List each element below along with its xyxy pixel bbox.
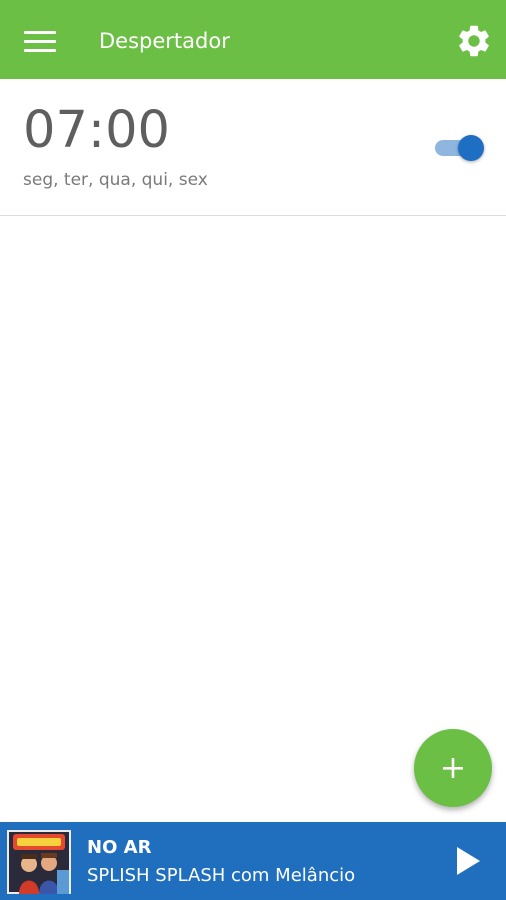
alarm-days: seg, ter, qua, qui, sex: [23, 170, 208, 190]
alarm-app: Despertador 07:00 seg, ter, qua, qui, se…: [0, 0, 506, 900]
page-title: Despertador: [99, 29, 230, 53]
plus-icon: [443, 758, 463, 778]
play-icon[interactable]: [450, 843, 486, 879]
alarm-list-item[interactable]: 07:00 seg, ter, qua, qui, sex: [0, 79, 506, 216]
player-status: NO AR: [87, 837, 152, 858]
player-track-title: SPLISH SPLASH com Melâncio: [87, 865, 356, 886]
add-alarm-button[interactable]: [414, 729, 492, 807]
toggle-thumb: [458, 135, 484, 161]
radio-player-bar[interactable]: NO AR SPLISH SPLASH com Melâncio: [0, 822, 506, 900]
album-cover-image: [7, 830, 71, 894]
alarm-enabled-toggle[interactable]: [433, 135, 485, 161]
hamburger-menu-icon[interactable]: [17, 25, 57, 57]
alarm-time: 07:00: [23, 101, 170, 160]
gear-icon[interactable]: [455, 22, 493, 60]
app-bar: Despertador: [0, 0, 506, 79]
